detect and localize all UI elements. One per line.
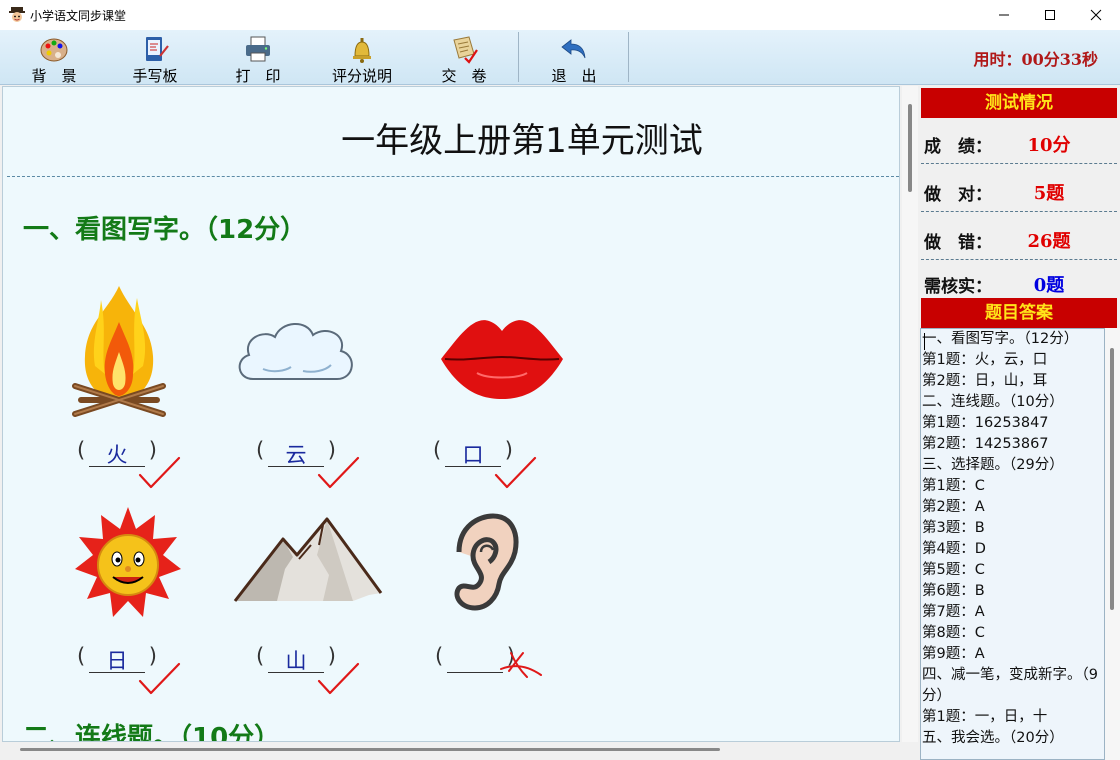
app-logo-icon xyxy=(9,7,25,22)
sun-picture xyxy=(75,507,181,617)
elapsed-timer: 用时：00分33秒 xyxy=(973,50,1098,69)
close-icon xyxy=(1090,9,1102,21)
answer-line: 第5题：C xyxy=(922,562,985,578)
answer-key-textbox[interactable]: 一、看图写字。（12分） 第1题：火，云，口 第2题：日，山，耳 二、连线题。（… xyxy=(920,328,1105,760)
answer-line: 第2题：14253867 xyxy=(922,436,1049,452)
scoring-info-label: 评分说明 xyxy=(331,67,392,85)
stats-header: 测试情况 xyxy=(921,88,1117,118)
test-title: 一年级上册第1单元测试 xyxy=(341,121,703,161)
answer-line: 第1题：火，云，口 xyxy=(922,352,1048,368)
exit-button[interactable]: 退 出 xyxy=(534,30,614,85)
stat-value: 0题 xyxy=(1033,275,1065,296)
app-window: 小学语文同步课堂 背 景 手写板 打 印 评分说明 交 卷 退 出 用时：00分… xyxy=(0,0,1120,760)
stat-value: 5题 xyxy=(1033,183,1065,204)
answer-line: 一、看图写字。（12分） xyxy=(922,331,1079,347)
back-arrow-icon xyxy=(561,39,586,59)
answer-line: 三、选择题。（29分） xyxy=(922,457,1064,473)
correct-check-icon xyxy=(138,456,181,489)
stat-label: 做 对： xyxy=(924,185,992,205)
side-panel: 测试情况 成 绩： 10分 做 对： 5题 做 错： 26题 需核实： 0题 题… xyxy=(918,86,1120,760)
answer-line: 五、我会选。（20分） xyxy=(922,730,1064,746)
minimize-icon xyxy=(999,14,1009,16)
toolbar-separator xyxy=(628,32,629,82)
correct-check-icon xyxy=(138,662,181,695)
stat-score: 成 绩： 10分 xyxy=(921,118,1117,164)
text-caret xyxy=(924,333,925,350)
answer-line: 第7题：A xyxy=(922,604,985,620)
correct-check-icon xyxy=(317,662,360,695)
stat-correct: 做 对： 5题 xyxy=(921,166,1117,212)
vertical-scrollbar[interactable] xyxy=(902,86,918,742)
cloud-picture xyxy=(238,323,353,380)
background-label: 背 景 xyxy=(31,67,77,85)
section-heading-2: 二、连线题。（10分） xyxy=(23,723,281,742)
maximize-icon xyxy=(1045,10,1055,20)
toolbar: 背 景 手写板 打 印 评分说明 交 卷 退 出 用时：00分33秒 xyxy=(0,30,1120,85)
answer-text xyxy=(447,645,503,673)
submit-label: 交 卷 xyxy=(441,67,487,85)
mouth-picture xyxy=(441,320,563,399)
stat-label: 成 绩： xyxy=(924,137,992,157)
answer-line: 第3题：B xyxy=(922,520,985,536)
stat-value: 26题 xyxy=(1027,231,1071,252)
handwriting-label: 手写板 xyxy=(132,67,178,85)
stat-label: 做 错： xyxy=(924,233,992,253)
bell-icon xyxy=(353,38,371,63)
stat-wrong: 做 错： 26题 xyxy=(921,214,1117,260)
answers-scrollbar[interactable] xyxy=(1105,328,1120,760)
exit-label: 退 出 xyxy=(551,67,597,85)
background-button[interactable]: 背 景 xyxy=(14,30,94,85)
section-heading-1: 一、看图写字。（12分） xyxy=(23,215,307,245)
toolbar-separator xyxy=(518,32,519,82)
scroll-thumb[interactable] xyxy=(908,104,912,192)
scoring-info-button[interactable]: 评分说明 xyxy=(322,30,402,85)
title-divider xyxy=(7,176,899,177)
print-button[interactable]: 打 印 xyxy=(218,30,298,85)
wrong-cross-icon xyxy=(500,652,542,678)
submit-button[interactable]: 交 卷 xyxy=(424,30,504,85)
handwriting-pad-icon xyxy=(146,37,169,61)
answer-line: 第2题：日，山，耳 xyxy=(922,373,1048,389)
correct-check-icon xyxy=(317,456,360,489)
close-button[interactable] xyxy=(1073,0,1119,30)
answer-line: 二、连线题。（10分） xyxy=(922,394,1064,410)
correct-check-icon xyxy=(494,456,537,489)
stat-label: 需核实： xyxy=(924,277,992,297)
palette-icon xyxy=(40,38,68,62)
maximize-button[interactable] xyxy=(1027,0,1073,30)
answer-line: 第1题：C xyxy=(922,478,985,494)
stat-value: 10分 xyxy=(1027,135,1071,156)
ear-picture xyxy=(454,513,519,611)
printer-icon xyxy=(246,36,270,62)
scroll-thumb[interactable] xyxy=(20,748,720,751)
test-paper: 一年级上册第1单元测试 一、看图写字。（12分） (火) (云) (口… xyxy=(2,86,900,742)
answers-header: 题目答案 xyxy=(921,298,1117,328)
answer-line: 第8题：C xyxy=(922,625,985,641)
fire-picture xyxy=(72,286,166,417)
horizontal-scrollbar[interactable] xyxy=(0,742,918,760)
answer-line: 第4题：D xyxy=(922,541,986,557)
answer-line: 四、减一笔，变成新字。（9分） xyxy=(922,667,1098,704)
answer-line: 第2题：A xyxy=(922,499,985,515)
minimize-button[interactable] xyxy=(981,0,1027,30)
answer-line: 第6题：B xyxy=(922,583,985,599)
print-label: 打 印 xyxy=(235,67,281,85)
mountain-picture xyxy=(233,517,383,602)
window-title: 小学语文同步课堂 xyxy=(30,9,127,23)
scroll-submit-icon xyxy=(453,36,478,64)
handwriting-button[interactable]: 手写板 xyxy=(114,30,196,85)
answer-line: 第9题：A xyxy=(922,646,985,662)
title-bar: 小学语文同步课堂 xyxy=(0,0,1120,30)
scroll-thumb[interactable] xyxy=(1110,348,1114,610)
answer-line: 第1题：16253847 xyxy=(922,415,1049,431)
answer-line: 第1题：一，日，十 xyxy=(922,709,1048,725)
